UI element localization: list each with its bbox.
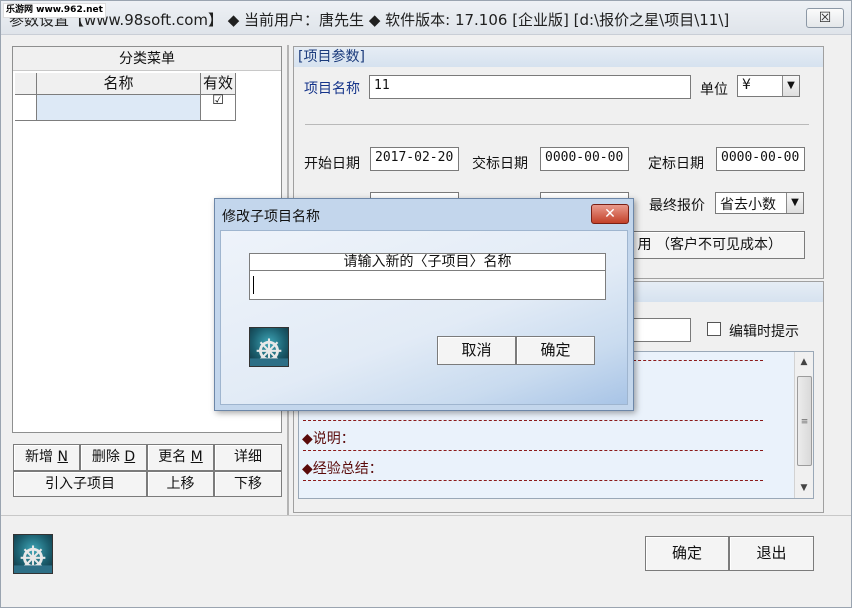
delete-button-hotkey: D bbox=[124, 449, 136, 465]
dash-line bbox=[303, 450, 763, 451]
final-price-label: 最终报价 bbox=[649, 198, 705, 214]
edit-hint-label: 编辑时提示 bbox=[729, 324, 799, 340]
final-price-value: 省去小数 bbox=[720, 197, 776, 213]
grid-col-name[interactable]: 名称 bbox=[37, 73, 201, 95]
add-button-hotkey: N bbox=[57, 449, 68, 465]
text-caret bbox=[253, 276, 254, 294]
award-date-label: 定标日期 bbox=[648, 156, 704, 172]
unit-label: 单位 bbox=[700, 82, 728, 98]
subproject-name-input[interactable] bbox=[249, 270, 606, 300]
dialog-body: 请输入新的〈子项目〉名称 取消 确定 bbox=[220, 230, 628, 405]
project-name-label: 项目名称 bbox=[304, 81, 360, 97]
chevron-down-icon[interactable]: ▼ bbox=[786, 193, 803, 213]
bid-date-label: 交标日期 bbox=[472, 156, 528, 172]
rename-button[interactable]: 更名 M bbox=[147, 444, 214, 471]
dialog-close-button[interactable]: ✕ bbox=[591, 204, 629, 224]
valid-checkbox[interactable]: ☑ bbox=[201, 94, 236, 121]
scroll-up-icon[interactable]: ▲ bbox=[795, 354, 813, 370]
row-selector[interactable] bbox=[15, 95, 37, 121]
import-subproject-button[interactable]: 引入子项目 bbox=[13, 471, 147, 497]
rename-subproject-dialog: 修改子项目名称 ✕ 请输入新的〈子项目〉名称 取消 确定 bbox=[214, 198, 634, 411]
ship-wheel-graphic bbox=[250, 338, 288, 366]
project-params-header: [项目参数] bbox=[294, 47, 823, 67]
summary-label: ◆经验总结： bbox=[302, 461, 383, 477]
final-price-select[interactable]: 省去小数 ▼ bbox=[715, 192, 804, 214]
edit-hint-checkbox[interactable] bbox=[707, 322, 721, 336]
description-label: ◆说明： bbox=[302, 431, 355, 447]
divider-line bbox=[305, 124, 809, 125]
dialog-prompt: 请输入新的〈子项目〉名称 bbox=[249, 253, 606, 271]
unit-select-value: ¥ bbox=[742, 77, 751, 93]
footer-divider bbox=[1, 515, 851, 516]
ship-wheel-icon bbox=[13, 534, 53, 574]
delete-button-label: 删除 bbox=[91, 449, 120, 465]
dash-line bbox=[303, 480, 763, 481]
start-date-label: 开始日期 bbox=[304, 156, 360, 172]
notes-scrollbar[interactable]: ▲ ≡ ▼ bbox=[794, 352, 813, 498]
dialog-cancel-button[interactable]: 取消 bbox=[437, 336, 516, 365]
move-up-button[interactable]: 上移 bbox=[147, 471, 214, 497]
grid-col-valid[interactable]: 有效 bbox=[201, 73, 236, 95]
table-row-name[interactable] bbox=[37, 95, 201, 121]
add-button[interactable]: 新增 N bbox=[13, 444, 80, 471]
rename-button-hotkey: M bbox=[190, 449, 203, 465]
chevron-down-icon[interactable]: ▼ bbox=[782, 76, 799, 96]
ok-button[interactable]: 确定 bbox=[645, 536, 729, 571]
ship-wheel-graphic bbox=[14, 545, 52, 573]
bid-date-input[interactable]: 0000-00-00 bbox=[540, 147, 629, 171]
project-name-input[interactable]: 11 bbox=[369, 75, 691, 99]
dash-line bbox=[303, 420, 763, 421]
add-button-label: 新增 bbox=[25, 449, 54, 465]
unit-select[interactable]: ¥ ▼ bbox=[737, 75, 800, 97]
dialog-title: 修改子项目名称 bbox=[222, 209, 320, 225]
scroll-down-icon[interactable]: ▼ bbox=[795, 480, 813, 496]
award-date-input[interactable]: 0000-00-00 bbox=[716, 147, 805, 171]
start-date-input[interactable]: 2017-02-20 bbox=[370, 147, 459, 171]
title-bar: 参数设置【www.98soft.com】 ◆ 当前用户：唐先生 ◆ 软件版本: … bbox=[1, 1, 851, 35]
category-menu-title: 分类菜单 bbox=[13, 47, 281, 71]
detail-button[interactable]: 详细 bbox=[214, 444, 282, 471]
delete-button[interactable]: 删除 D bbox=[80, 444, 147, 471]
partial-input[interactable] bbox=[631, 318, 691, 342]
rename-button-label: 更名 bbox=[158, 449, 187, 465]
window-title: 参数设置【www.98soft.com】 ◆ 当前用户：唐先生 ◆ 软件版本: … bbox=[9, 11, 730, 29]
watermark-logo: 乐游网 www.962.net bbox=[3, 3, 106, 18]
move-down-button[interactable]: 下移 bbox=[214, 471, 282, 497]
dialog-ok-button[interactable]: 确定 bbox=[516, 336, 595, 365]
close-button[interactable]: ☒ bbox=[806, 8, 844, 28]
grid-corner bbox=[15, 73, 37, 95]
ship-wheel-icon bbox=[249, 327, 289, 367]
category-grid[interactable]: 名称 有效 ☑ bbox=[15, 73, 237, 123]
scroll-thumb[interactable]: ≡ bbox=[797, 376, 812, 466]
exit-button[interactable]: 退出 bbox=[729, 536, 814, 571]
dash-line bbox=[633, 360, 763, 361]
